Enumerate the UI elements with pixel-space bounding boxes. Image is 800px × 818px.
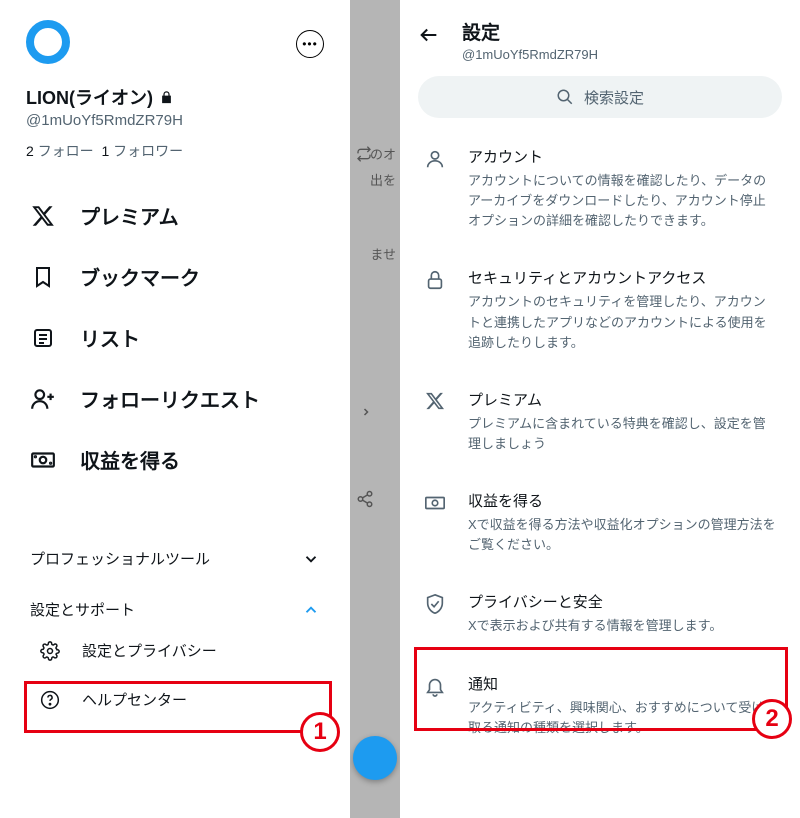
chevron-down-icon [302,550,320,568]
back-button[interactable] [418,18,442,46]
money-icon [30,447,56,473]
section-settings-support[interactable]: 設定とサポート [26,581,324,626]
page-subtitle: @1mUoYf5RmdZR79H [462,47,598,62]
display-name: LION(ライオン) [26,84,324,110]
menu-monetization[interactable]: 収益を得る [26,429,324,490]
settings-item-premium[interactable]: プレミアム プレミアムに含まれている特典を確認し、設定を管理しましょう [418,371,782,472]
x-icon [30,203,56,229]
user-handle: @1mUoYf5RmdZR79H [26,112,324,129]
person-icon [424,146,446,231]
lock-icon [424,267,446,352]
arrow-left-icon [418,24,440,46]
subitem-settings-privacy[interactable]: 設定とプライバシー [26,626,324,675]
search-icon [556,88,574,106]
nav-drawer: ••• LION(ライオン) @1mUoYf5RmdZR79H 2 フォロー 1… [0,0,350,818]
settings-item-notifications[interactable]: 通知 アクティビティ、興味関心、おすすめについて受け取る通知の種類を選択します。 [418,655,782,756]
settings-item-account[interactable]: アカウント アカウントについての情報を確認したり、データのアーカイブをダウンロー… [418,128,782,249]
menu-premium[interactable]: プレミアム [26,185,324,246]
money-icon [424,490,446,555]
person-plus-icon [30,386,56,412]
annotation-badge-2: 2 [752,699,792,739]
bell-icon [424,673,446,738]
chevron-up-icon [302,601,320,619]
subitem-help-center[interactable]: ヘルプセンター [26,675,324,724]
bookmark-icon [30,264,56,290]
shield-check-icon [424,591,446,636]
drawer-backdrop[interactable]: のオ 出を ませ [350,0,400,818]
page-title: 設定 [462,18,598,45]
avatar[interactable] [26,20,74,68]
avatar-image [26,20,70,64]
gear-icon [40,641,60,661]
dots-icon: ••• [302,38,318,50]
share-icon [356,490,374,508]
settings-item-security[interactable]: セキュリティとアカウントアクセス アカウントのセキュリティを管理したり、アカウン… [418,249,782,370]
annotation-badge-1: 1 [300,712,340,752]
section-professional-tools[interactable]: プロフェッショナルツール [26,530,324,581]
compose-fab[interactable] [353,736,397,780]
list-icon [30,325,56,351]
settings-item-monetization[interactable]: 収益を得る Xで収益を得る方法や収益化オプションの管理方法をご覧ください。 [418,472,782,573]
chevron-right-icon [360,406,372,418]
menu-lists[interactable]: リスト [26,307,324,368]
settings-item-privacy[interactable]: プライバシーと安全 Xで表示および共有する情報を管理します。 [418,573,782,654]
menu-bookmarks[interactable]: ブックマーク [26,246,324,307]
menu-follow-requests[interactable]: フォローリクエスト [26,368,324,429]
retweet-icon [356,146,372,162]
help-icon [40,690,60,710]
more-accounts-button[interactable]: ••• [296,30,324,58]
settings-screen: 設定 @1mUoYf5RmdZR79H 検索設定 アカウント アカウントについて… [400,0,800,818]
lock-icon [159,90,174,105]
search-settings-input[interactable]: 検索設定 [418,76,782,118]
x-icon [424,389,446,454]
follow-stats[interactable]: 2 フォロー 1 フォロワー [26,141,324,161]
